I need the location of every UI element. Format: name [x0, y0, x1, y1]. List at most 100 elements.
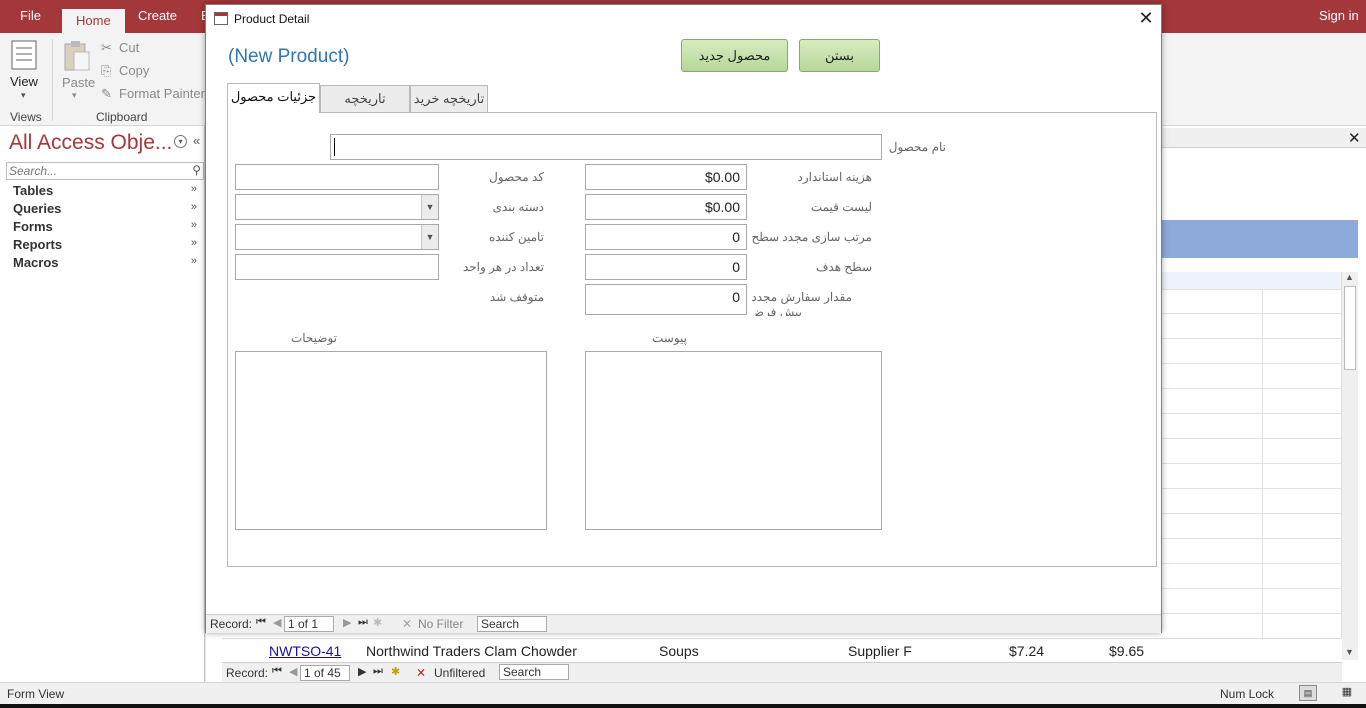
price-cell: $9.65: [1109, 643, 1145, 659]
nav-search-box: ⚲: [6, 162, 204, 180]
scrollbar-thumb[interactable]: [1344, 286, 1356, 370]
filter-icon[interactable]: ⨯: [402, 616, 412, 630]
datasheet-search-box[interactable]: Search: [499, 664, 569, 680]
nav-group-label: Macros: [13, 255, 59, 270]
tab-create[interactable]: Create: [138, 8, 177, 23]
prev-record-icon[interactable]: ◀: [273, 616, 281, 629]
scroll-up-icon[interactable]: ▲: [1345, 272, 1354, 282]
last-record-icon[interactable]: ⏭: [358, 616, 368, 629]
nav-group-macros[interactable]: Macros »: [13, 255, 197, 270]
chevron-down-icon[interactable]: ▼: [421, 225, 438, 249]
datasheet-header-band: [1162, 220, 1358, 258]
nav-menu-icon[interactable]: ▾: [174, 135, 187, 148]
nav-pane-title[interactable]: All Access Obje...: [9, 131, 172, 155]
new-record-icon[interactable]: ✱: [373, 616, 382, 629]
new-record-icon[interactable]: ✱: [391, 665, 400, 678]
record-position-input[interactable]: 1 of 45: [300, 665, 350, 681]
target-level-input[interactable]: 0: [585, 254, 747, 280]
tab-purchase-history[interactable]: تاریخچه خرید: [410, 85, 488, 112]
next-record-icon[interactable]: ▶: [358, 665, 366, 678]
description-textarea[interactable]: [235, 351, 547, 530]
nav-group-label: Queries: [13, 201, 62, 216]
grid-line: [1162, 388, 1341, 389]
grid-line: [1162, 413, 1341, 414]
nav-group-tables[interactable]: Tables »: [13, 183, 197, 198]
close-icon[interactable]: ✕: [1134, 8, 1158, 30]
reorder-level-input[interactable]: 0: [585, 224, 747, 250]
paste-dropdown-icon[interactable]: ▾: [72, 90, 77, 101]
grid-line: [1162, 588, 1341, 589]
views-group-label: Views: [10, 110, 42, 124]
product-name-input[interactable]: [330, 134, 882, 160]
next-record-icon[interactable]: ▶: [343, 616, 351, 629]
view-button[interactable]: View: [10, 74, 38, 89]
format-painter-button[interactable]: Format Painter: [119, 86, 205, 101]
nav-group-reports[interactable]: Reports »: [13, 237, 197, 252]
nav-group-label: Reports: [13, 237, 63, 252]
form-icon-bar: [215, 13, 227, 16]
nav-search-input[interactable]: [7, 163, 183, 179]
new-product-button[interactable]: محصول جدید: [681, 39, 788, 72]
sign-in-link[interactable]: Sign in: [1319, 8, 1359, 23]
grid-line: [1262, 272, 1263, 638]
scroll-down-icon[interactable]: ▼: [1345, 647, 1354, 657]
grid-line: [1162, 289, 1341, 290]
filter-status[interactable]: Unfiltered: [434, 666, 485, 680]
paste-button[interactable]: Paste: [62, 75, 95, 90]
tab-file[interactable]: File: [20, 8, 41, 23]
cut-button[interactable]: Cut: [119, 40, 139, 55]
product-name-label: نام محصول: [888, 140, 946, 154]
close-button[interactable]: بستن: [799, 39, 880, 72]
form-view-icon[interactable]: ▤: [1299, 685, 1317, 701]
quantity-per-unit-label: تعداد در هر واحد: [462, 260, 544, 274]
standard-cost-input[interactable]: $0.00: [585, 164, 747, 190]
grid-line: [1162, 513, 1341, 514]
grid-line: [1162, 463, 1341, 464]
grid-line: [1162, 363, 1341, 364]
vertical-scrollbar[interactable]: ▲ ▼: [1341, 272, 1358, 660]
grid-line: [1162, 538, 1341, 539]
first-record-icon[interactable]: ⏮: [272, 665, 282, 678]
product-id-link[interactable]: NWTSO-41: [269, 643, 341, 659]
prev-record-icon[interactable]: ◀: [289, 665, 297, 678]
tab-panel: نام محصول $0.00 هزینه استاندارد $0.00 لی…: [227, 112, 1157, 567]
design-view-icon[interactable]: ▦: [1338, 685, 1356, 701]
reorder-quantity-input[interactable]: 0: [585, 284, 747, 315]
list-price-input[interactable]: $0.00: [585, 194, 747, 220]
shutter-bar-icon[interactable]: «: [193, 133, 200, 148]
close-document-icon[interactable]: ✕: [1348, 129, 1361, 147]
chevron-down-icon[interactable]: ▼: [421, 195, 438, 219]
first-record-icon[interactable]: ⏮: [256, 616, 266, 629]
search-icon[interactable]: ⚲: [192, 163, 201, 177]
product-code-input[interactable]: [235, 164, 439, 190]
form-icon: [214, 12, 228, 25]
discontinued-label: متوقف شد: [489, 290, 544, 304]
view-dropdown-icon[interactable]: ▾: [21, 90, 26, 101]
tab-home[interactable]: Home: [62, 9, 125, 33]
nav-group-queries[interactable]: Queries »: [13, 201, 197, 216]
grid-line: [1162, 488, 1341, 489]
record-position-input[interactable]: 1 of 1: [284, 616, 334, 632]
category-select[interactable]: ▼: [235, 194, 439, 220]
record-label: Record:: [226, 666, 269, 680]
supplier-select[interactable]: ▼: [235, 224, 439, 250]
copy-button[interactable]: Copy: [119, 63, 149, 78]
view-icon[interactable]: [10, 39, 40, 71]
clipboard-group-label: Clipboard: [96, 110, 148, 124]
attachment-label: پیوست: [652, 331, 687, 345]
category-cell: Soups: [659, 643, 699, 659]
nav-group-forms[interactable]: Forms »: [13, 219, 197, 234]
quantity-per-unit-input[interactable]: [235, 254, 439, 280]
form-search-box[interactable]: Search: [477, 616, 547, 632]
table-row[interactable]: NWTSO-41 Northwind Traders Clam Chowder …: [222, 638, 1342, 662]
tab-product-details[interactable]: جزئیات محصول: [227, 83, 320, 113]
paste-icon[interactable]: [62, 39, 92, 73]
filter-status[interactable]: No Filter: [418, 617, 463, 631]
tab-order-history[interactable]: تاریخچه سفارش: [320, 85, 410, 131]
filter-icon[interactable]: ⨯: [416, 665, 426, 679]
attachment-box[interactable]: [585, 351, 882, 530]
dialog-title: Product Detail: [234, 12, 310, 26]
ribbon-divider: [52, 39, 53, 121]
category-label: دسته بندی: [492, 200, 544, 214]
last-record-icon[interactable]: ⏭: [373, 665, 383, 678]
